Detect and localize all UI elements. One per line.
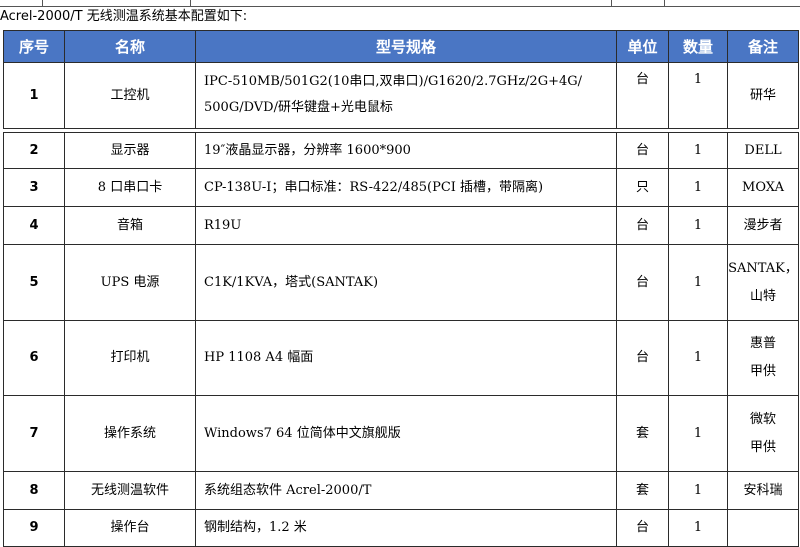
cell-note: 微软 甲供 [727, 395, 799, 472]
config-table: 序号 名称 型号规格 单位 数量 备注 1 工控机 IPC-510MB/501G… [3, 30, 799, 547]
cell-spec: C1K/1KVA，塔式(SANTAK) [195, 244, 617, 321]
cell-qty: 1 [668, 320, 728, 396]
note-line: SANTAK， [728, 260, 798, 276]
cell-no: 5 [3, 244, 65, 321]
cell-unit: 台 [616, 62, 669, 129]
cell-name: 音箱 [64, 206, 196, 245]
table-row: 1 工控机 IPC-510MB/501G2(10串口,双串口)/G1620/2.… [3, 62, 799, 129]
cell-unit: 套 [616, 471, 669, 510]
cell-qty: 1 [668, 244, 728, 321]
table-row: 4 音箱 R19U 台 1 漫步者 [3, 206, 799, 245]
header-no: 序号 [3, 30, 65, 63]
cell-name: 工控机 [64, 62, 196, 129]
header-note: 备注 [727, 30, 799, 63]
cell-qty: 1 [668, 395, 728, 472]
cell-no: 1 [3, 62, 65, 129]
table-row: 8 无线测温软件 系统组态软件 Acrel-2000/T 套 1 安科瑞 [3, 471, 799, 510]
cell-unit: 套 [616, 395, 669, 472]
table-row: 9 操作台 钢制结构，1.2 米 台 1 [3, 509, 799, 547]
header-spec: 型号规格 [195, 30, 617, 63]
cell-spec: Windows7 64 位简体中文旗舰版 [195, 395, 617, 472]
cell-no: 6 [3, 320, 65, 396]
cell-name: 操作台 [64, 509, 196, 547]
note-line: 山特 [749, 288, 776, 304]
intro-text: Acrel-2000/T 无线测温系统基本配置如下: [0, 9, 248, 24]
cell-unit: 只 [616, 168, 669, 207]
table-row: 3 8 口串口卡 CP-138U-I；串口标准：RS-422/485(PCI 插… [3, 168, 799, 207]
note-line: 甲供 [749, 364, 776, 379]
cell-note: DELL [727, 132, 799, 169]
cell-unit: 台 [616, 320, 669, 396]
table-row: 6 打印机 HP 1108 A4 幅面 台 1 惠普 甲供 [3, 320, 799, 396]
cell-spec: R19U [195, 206, 617, 245]
cell-unit: 台 [616, 509, 669, 547]
cell-unit: 台 [616, 244, 669, 321]
header-unit: 单位 [616, 30, 669, 63]
cell-spec: HP 1108 A4 幅面 [195, 320, 617, 396]
note-line: 微软 [749, 411, 776, 427]
cell-spec: IPC-510MB/501G2(10串口,双串口)/G1620/2.7GHz/2… [195, 62, 617, 129]
cell-spec: 系统组态软件 Acrel-2000/T [195, 471, 617, 510]
cell-unit: 台 [616, 206, 669, 245]
cell-no: 4 [3, 206, 65, 245]
cell-note: 研华 [727, 62, 799, 129]
cell-name: 8 口串口卡 [64, 168, 196, 207]
cell-note: 安科瑞 [727, 471, 799, 510]
cell-name: 操作系统 [64, 395, 196, 472]
note-line: 惠普 [749, 336, 776, 351]
cell-no: 2 [3, 132, 65, 169]
table-row: 7 操作系统 Windows7 64 位简体中文旗舰版 套 1 微软 甲供 [3, 395, 799, 472]
previous-table-edge [0, 0, 800, 7]
cell-unit: 台 [616, 132, 669, 169]
cell-qty: 1 [668, 168, 728, 207]
cell-qty: 1 [668, 471, 728, 510]
header-name: 名称 [64, 30, 196, 63]
cell-name: 显示器 [64, 132, 196, 169]
cell-no: 9 [3, 509, 65, 547]
cell-name: UPS 电源 [64, 244, 196, 321]
cell-spec: 钢制结构，1.2 米 [195, 509, 617, 547]
cell-qty: 1 [668, 62, 728, 129]
cell-qty: 1 [668, 206, 728, 245]
cell-note: 漫步者 [727, 206, 799, 245]
cell-spec: 19″液晶显示器，分辨率 1600*900 [195, 132, 617, 169]
cell-no: 3 [3, 168, 65, 207]
header-qty: 数量 [668, 30, 728, 63]
cell-name: 无线测温软件 [64, 471, 196, 510]
cell-note: 惠普 甲供 [727, 320, 799, 396]
spec-line: IPC-510MB/501G2(10串口,双串口)/G1620/2.7GHz/2… [204, 74, 583, 89]
cell-no: 7 [3, 395, 65, 472]
cell-note [727, 509, 799, 547]
table-header-row: 序号 名称 型号规格 单位 数量 备注 [3, 30, 799, 63]
cell-no: 8 [3, 471, 65, 510]
cell-note: MOXA [727, 168, 799, 207]
cell-name: 打印机 [64, 320, 196, 396]
table-row: 5 UPS 电源 C1K/1KVA，塔式(SANTAK) 台 1 SANTAK，… [3, 244, 799, 321]
note-line: 甲供 [749, 439, 776, 455]
table-row: 2 显示器 19″液晶显示器，分辨率 1600*900 台 1 DELL [3, 132, 799, 169]
cell-qty: 1 [668, 132, 728, 169]
cell-qty: 1 [668, 509, 728, 547]
cell-spec: CP-138U-I；串口标准：RS-422/485(PCI 插槽，带隔离) [195, 168, 617, 207]
cell-note: SANTAK， 山特 [727, 244, 799, 321]
spec-line: 500G/DVD/研华键盘+光电鼠标 [204, 100, 393, 115]
